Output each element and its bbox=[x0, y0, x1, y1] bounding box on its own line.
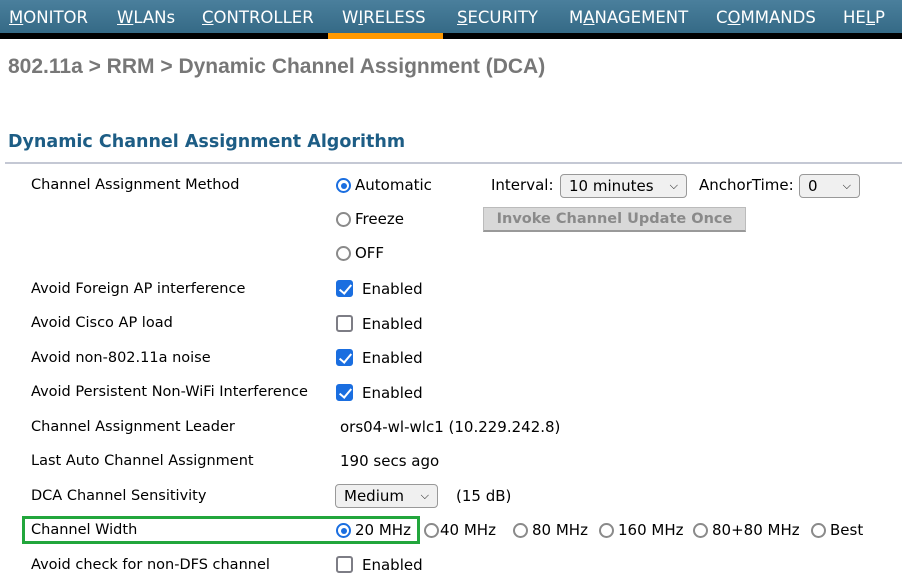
radio-off[interactable] bbox=[336, 246, 351, 261]
radio-off-label: OFF bbox=[355, 244, 385, 262]
last-auto-label: Last Auto Channel Assignment bbox=[31, 453, 254, 469]
interval-value: 10 minutes bbox=[569, 177, 654, 195]
radio-160mhz[interactable] bbox=[599, 523, 614, 538]
radio-freeze[interactable] bbox=[336, 212, 351, 227]
nav-commands[interactable]: COMMANDS bbox=[716, 0, 816, 33]
sensitivity-value: Medium bbox=[344, 487, 404, 505]
radio-best-label: Best bbox=[830, 521, 864, 539]
non-dfs-checkbox[interactable] bbox=[336, 556, 353, 573]
breadcrumb: 802.11a > RRM > Dynamic Channel Assignme… bbox=[8, 55, 546, 78]
avoid-noise-label: Avoid non-802.11a noise bbox=[31, 350, 211, 366]
nav-controller[interactable]: CONTROLLER bbox=[202, 0, 314, 33]
radio-automatic[interactable] bbox=[336, 178, 351, 193]
radio-20mhz-label: 20 MHz bbox=[355, 521, 411, 539]
chevron-down-icon: ⌵ bbox=[842, 179, 851, 192]
avoid-cisco-ap-load-label: Avoid Cisco AP load bbox=[31, 315, 173, 331]
section-divider bbox=[5, 162, 902, 164]
avoid-noise-checkbox[interactable] bbox=[336, 349, 353, 366]
radio-freeze-label: Freeze bbox=[355, 210, 404, 228]
radio-80plus80mhz[interactable] bbox=[693, 523, 708, 538]
nav-help[interactable]: HELP bbox=[843, 0, 885, 33]
radio-40mhz-label: 40 MHz bbox=[440, 521, 496, 539]
chevron-down-icon: ⌵ bbox=[669, 179, 678, 192]
radio-20mhz[interactable] bbox=[336, 523, 351, 538]
avoid-foreign-ap-label: Avoid Foreign AP interference bbox=[31, 281, 246, 297]
nav-security[interactable]: SECURITY bbox=[457, 0, 538, 33]
avoid-foreign-ap-enabled: Enabled bbox=[362, 280, 423, 298]
assignment-method-label: Channel Assignment Method bbox=[31, 177, 240, 193]
avoid-noise-enabled: Enabled bbox=[362, 349, 423, 367]
nav-wireless[interactable]: WIRELESS bbox=[342, 0, 426, 33]
nav-management[interactable]: MANAGEMENT bbox=[569, 0, 688, 33]
interval-label: Interval: bbox=[491, 176, 554, 194]
invoke-channel-update-button[interactable]: Invoke Channel Update Once bbox=[483, 207, 746, 232]
radio-best[interactable] bbox=[811, 523, 826, 538]
anchortime-select[interactable]: 0 ⌵ bbox=[799, 174, 860, 198]
interval-select[interactable]: 10 minutes ⌵ bbox=[560, 174, 687, 198]
nav-underline-strip bbox=[0, 33, 902, 39]
non-dfs-label: Avoid check for non-DFS channel bbox=[31, 557, 270, 573]
avoid-nonwifi-label: Avoid Persistent Non-WiFi Interference bbox=[31, 384, 308, 400]
nav-active-indicator bbox=[328, 33, 443, 39]
radio-automatic-label: Automatic bbox=[355, 176, 432, 194]
radio-80mhz-label: 80 MHz bbox=[532, 521, 588, 539]
avoid-cisco-ap-load-checkbox[interactable] bbox=[336, 315, 353, 332]
sensitivity-label: DCA Channel Sensitivity bbox=[31, 488, 207, 504]
channel-width-label: Channel Width bbox=[31, 522, 138, 538]
avoid-foreign-ap-checkbox[interactable] bbox=[336, 280, 353, 297]
radio-80mhz[interactable] bbox=[513, 523, 528, 538]
anchortime-value: 0 bbox=[808, 177, 818, 195]
leader-value: ors04-wl-wlc1 (10.229.242.8) bbox=[340, 418, 561, 436]
avoid-nonwifi-checkbox[interactable] bbox=[336, 384, 353, 401]
non-dfs-enabled: Enabled bbox=[362, 556, 423, 574]
sensitivity-select[interactable]: Medium ⌵ bbox=[335, 484, 438, 508]
nav-wlans[interactable]: WLANs bbox=[117, 0, 175, 33]
last-auto-value: 190 secs ago bbox=[340, 452, 440, 470]
radio-80plus80mhz-label: 80+80 MHz bbox=[712, 521, 800, 539]
avoid-nonwifi-enabled: Enabled bbox=[362, 384, 423, 402]
chevron-down-icon: ⌵ bbox=[420, 489, 429, 502]
radio-40mhz[interactable] bbox=[424, 523, 439, 538]
avoid-cisco-ap-load-enabled: Enabled bbox=[362, 315, 423, 333]
anchortime-label: AnchorTime: bbox=[699, 176, 794, 194]
radio-160mhz-label: 160 MHz bbox=[618, 521, 684, 539]
nav-monitor[interactable]: MONITOR bbox=[9, 0, 88, 33]
leader-label: Channel Assignment Leader bbox=[31, 419, 235, 435]
section-title: Dynamic Channel Assignment Algorithm bbox=[8, 132, 406, 152]
sensitivity-note: (15 dB) bbox=[456, 487, 512, 505]
